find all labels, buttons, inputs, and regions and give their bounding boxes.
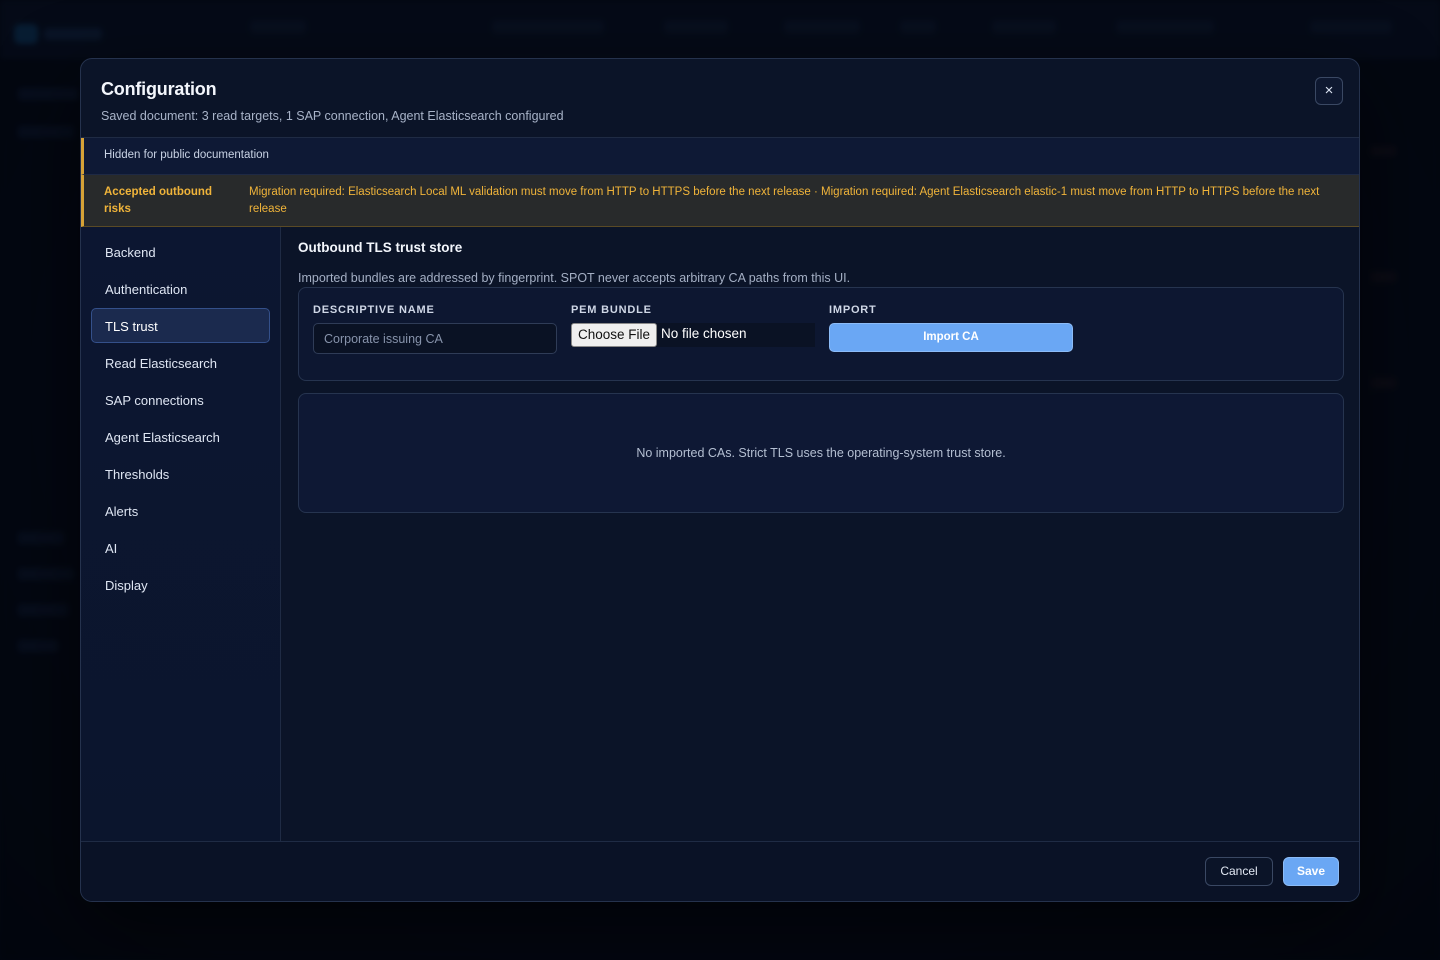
sidebar-item-agent-elasticsearch[interactable]: Agent Elasticsearch [91, 419, 270, 454]
save-button[interactable]: Save [1283, 857, 1339, 886]
modal-footer: Cancel Save [81, 841, 1359, 901]
sidebar-item-backend[interactable]: Backend [91, 234, 270, 269]
descriptive-name-input[interactable] [313, 323, 557, 354]
notice-text: Hidden for public documentation [104, 149, 269, 161]
public-docs-notice: Hidden for public documentation [81, 138, 1359, 175]
sidebar-item-ai[interactable]: AI [91, 530, 270, 565]
import-ca-form: DESCRIPTIVE NAME PEM BUNDLE Choose File … [298, 287, 1344, 381]
sidebar-item-read-elasticsearch[interactable]: Read Elasticsearch [91, 345, 270, 380]
configuration-modal: Configuration Saved document: 3 read tar… [80, 58, 1360, 902]
sidebar-item-sap-connections[interactable]: SAP connections [91, 382, 270, 417]
pem-file-picker[interactable]: Choose File No file chosen [571, 323, 815, 347]
import-label: IMPORT [829, 304, 877, 316]
sidebar-item-tls-trust[interactable]: TLS trust [91, 308, 270, 343]
close-icon: × [1324, 82, 1334, 99]
sidebar-item-display[interactable]: Display [91, 567, 270, 602]
settings-sidebar: Backend Authentication TLS trust Read El… [81, 227, 281, 841]
modal-title: Configuration [101, 79, 217, 99]
risks-label: Accepted outbound risks [104, 186, 212, 215]
sidebar-item-authentication[interactable]: Authentication [91, 271, 270, 306]
modal-header: Configuration Saved document: 3 read tar… [81, 59, 1359, 138]
import-ca-button[interactable]: Import CA [829, 323, 1073, 352]
accepted-risks-banner: Accepted outbound risks Migration requir… [81, 175, 1359, 227]
descriptive-name-label: DESCRIPTIVE NAME [313, 304, 435, 316]
sidebar-item-alerts[interactable]: Alerts [91, 493, 270, 528]
file-status: No file chosen [661, 326, 747, 341]
risks-text: Migration required: Elasticsearch Local … [249, 186, 1320, 215]
section-description: Imported bundles are addressed by finger… [298, 271, 851, 285]
modal-subtitle: Saved document: 3 read targets, 1 SAP co… [101, 109, 564, 123]
empty-state-message: No imported CAs. Strict TLS uses the ope… [636, 446, 1006, 460]
cancel-button[interactable]: Cancel [1205, 857, 1273, 886]
imported-cas-list: No imported CAs. Strict TLS uses the ope… [298, 393, 1344, 513]
sidebar-item-thresholds[interactable]: Thresholds [91, 456, 270, 491]
tls-trust-panel: Outbound TLS trust store Imported bundle… [298, 227, 1344, 841]
close-button[interactable]: × [1315, 77, 1343, 105]
choose-file-button[interactable]: Choose File [571, 323, 657, 347]
pem-bundle-label: PEM BUNDLE [571, 304, 652, 316]
section-title: Outbound TLS trust store [298, 240, 463, 255]
